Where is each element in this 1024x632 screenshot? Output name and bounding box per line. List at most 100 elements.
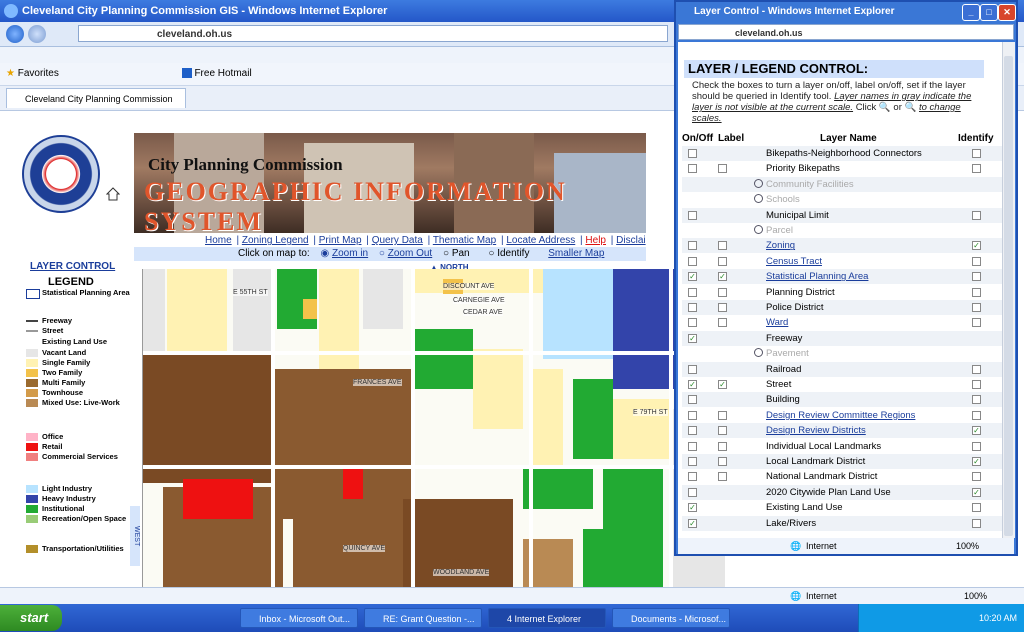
pan-west-button[interactable]: WEST [130,506,140,566]
identify-option[interactable]: ○ Identify [488,248,537,259]
map-canvas[interactable]: DISCOUNT AVE CARNEGIE AVE CEDAR AVE FRANCES… [142,269,725,587]
layer-onoff-checkbox[interactable] [688,210,697,220]
minimize-button[interactable]: _ [962,4,980,21]
layer-label-checkbox[interactable] [718,164,727,174]
layer-identify-checkbox[interactable] [972,210,981,220]
link-print-map[interactable]: Print Map [319,235,362,246]
pan-option[interactable]: ○ Pan [443,248,478,259]
layer-name[interactable]: Statistical Planning Area [766,269,868,284]
layer-control-link[interactable]: LAYER CONTROL [30,261,115,272]
layer-onoff-checkbox[interactable] [688,426,697,436]
taskbar-outlook[interactable]: Inbox - Microsoft Out... [240,608,358,628]
url-field[interactable]: cleveland.oh.us [78,25,668,42]
scrollbar-thumb[interactable] [1004,56,1013,536]
popup-titlebar[interactable]: Layer Control - Windows Internet Explore… [676,2,1016,22]
layer-identify-checkbox[interactable] [972,149,981,158]
layer-label-checkbox[interactable]: ✓ [718,272,727,282]
maximize-button[interactable]: □ [980,4,998,21]
layer-onoff-checkbox[interactable]: ✓ [688,518,697,528]
taskbar-ie[interactable]: 4 Internet Explorer [488,608,606,628]
layer-identify-checkbox[interactable] [972,364,981,374]
layer-onoff-checkbox[interactable] [688,472,697,482]
zoom-in-option[interactable]: ◉ Zoom in [320,248,368,259]
layer-label-checkbox[interactable] [718,241,727,251]
layer-label-checkbox[interactable] [718,287,727,297]
forward-button[interactable] [28,25,46,43]
close-button[interactable]: ✕ [998,4,1016,21]
layer-identify-checkbox[interactable] [972,518,981,528]
layer-name[interactable]: Ward [766,315,788,330]
layer-identify-checkbox[interactable] [972,303,981,312]
layer-identify-checkbox[interactable]: ✓ [972,487,981,497]
layer-onoff-checkbox[interactable] [688,318,697,328]
layer-onoff-checkbox[interactable] [688,395,697,405]
layer-onoff-checkbox[interactable] [688,410,697,420]
layer-label-checkbox[interactable] [718,318,727,328]
main-zoom-level[interactable]: 100% [964,588,987,605]
layer-onoff-checkbox[interactable] [688,287,697,297]
layer-label-checkbox[interactable] [718,472,727,482]
favorites-button[interactable]: Favorites [18,68,59,79]
link-home[interactable]: Home [205,235,232,246]
tab-gis[interactable]: Cleveland City Planning Commission GIS [6,88,186,124]
layer-identify-checkbox[interactable] [972,164,981,174]
link-help[interactable]: Help [585,235,606,246]
link-disclaimer[interactable]: Disclai [616,235,645,246]
layer-label-checkbox[interactable]: ✓ [718,380,727,389]
taskbar-documents[interactable]: Documents - Microsof... [612,608,730,628]
layer-onoff-checkbox[interactable]: ✓ [688,380,697,389]
zoom-out-option[interactable]: ○ Zoom Out [379,248,432,259]
layer-label-checkbox[interactable] [718,457,727,466]
zoom-to-visible-icon[interactable] [754,225,763,234]
layer-onoff-checkbox[interactable] [688,303,697,312]
layer-identify-checkbox[interactable] [972,272,981,282]
layer-onoff-checkbox[interactable] [688,164,697,174]
zoom-to-visible-icon[interactable] [754,348,763,358]
zoom-in-mag-icon[interactable]: 🔍 [879,102,891,113]
taskbar-grant[interactable]: RE: Grant Question -... [364,608,482,628]
layer-onoff-checkbox[interactable] [688,149,697,158]
popup-url-field[interactable]: cleveland.oh.us [678,24,1014,40]
layer-name[interactable]: Census Tract [766,254,822,269]
layer-name[interactable]: Zoning [766,238,795,253]
layer-label-checkbox[interactable] [718,256,727,266]
smaller-map-link[interactable]: Smaller Map [548,248,604,259]
layer-onoff-checkbox[interactable] [688,364,697,374]
layer-identify-checkbox[interactable]: ✓ [972,426,981,436]
layer-identify-checkbox[interactable] [972,441,981,451]
layer-label-checkbox[interactable] [718,426,727,436]
link-thematic-map[interactable]: Thematic Map [433,235,496,246]
layer-label-checkbox[interactable] [718,410,727,420]
layer-identify-checkbox[interactable] [972,380,981,389]
layer-name[interactable]: Design Review Districts [766,423,866,438]
popup-scrollbar[interactable] [1002,42,1015,538]
zoom-to-visible-icon[interactable] [754,194,763,204]
layer-onoff-checkbox[interactable] [688,457,697,466]
layer-identify-checkbox[interactable] [972,256,981,266]
layer-onoff-checkbox[interactable] [688,256,697,266]
layer-onoff-checkbox[interactable]: ✓ [688,333,697,343]
layer-identify-checkbox[interactable]: ✓ [972,241,981,251]
layer-onoff-checkbox[interactable] [688,241,697,251]
layer-onoff-checkbox[interactable] [688,441,697,451]
layer-identify-checkbox[interactable] [972,410,981,420]
layer-identify-checkbox[interactable] [972,287,981,297]
zoom-to-visible-icon[interactable] [754,178,763,188]
layer-identify-checkbox[interactable] [972,503,981,513]
layer-onoff-checkbox[interactable]: ✓ [688,272,697,282]
layer-label-checkbox[interactable] [718,441,727,451]
hotmail-link[interactable]: Free Hotmail [194,68,251,79]
popup-zoom-level[interactable]: 100% [956,538,979,554]
layer-name[interactable]: Design Review Committee Regions [766,408,915,423]
layer-identify-checkbox[interactable] [972,472,981,482]
link-query-data[interactable]: Query Data [372,235,423,246]
layer-identify-checkbox[interactable] [972,318,981,328]
layer-label-checkbox[interactable] [718,303,727,312]
link-locate-address[interactable]: Locate Address [506,235,575,246]
layer-onoff-checkbox[interactable]: ✓ [688,503,697,513]
zoom-out-mag-icon[interactable]: 🔍 [905,102,917,113]
start-button[interactable]: start [0,605,62,631]
link-zoning-legend[interactable]: Zoning Legend [242,235,309,246]
home-icon[interactable] [106,187,120,201]
layer-onoff-checkbox[interactable] [688,487,697,497]
